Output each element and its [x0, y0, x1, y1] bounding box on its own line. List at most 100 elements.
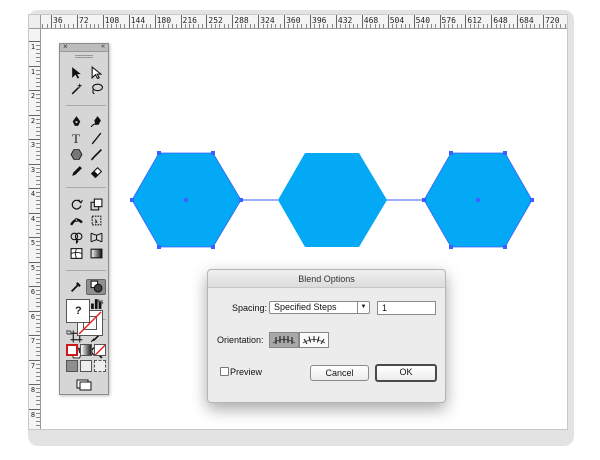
ruler-major-tick	[284, 15, 286, 28]
ruler-major-tick	[361, 15, 363, 28]
ruler-major-tick	[29, 41, 40, 42]
scale-tool-icon[interactable]	[86, 196, 106, 213]
spacing-select[interactable]: Specified Steps ▼	[269, 301, 370, 314]
swap-fill-stroke-icon[interactable]: ⇆	[97, 297, 104, 306]
mesh-tool-icon[interactable]	[66, 246, 86, 263]
draw-behind-icon[interactable]	[80, 360, 92, 372]
specified-steps-input[interactable]: 1	[377, 301, 436, 315]
shape-builder-tool-icon[interactable]	[66, 229, 86, 246]
ruler-minor-tick	[36, 126, 40, 128]
ruler-minor-tick	[145, 24, 147, 28]
ruler-minor-tick	[36, 159, 40, 161]
type-tool-icon[interactable]: T	[66, 130, 86, 147]
ruler-tick-label: 6	[30, 288, 36, 296]
ruler-minor-tick	[36, 265, 40, 267]
ruler-minor-tick	[72, 24, 74, 28]
cancel-button[interactable]: Cancel	[310, 365, 369, 381]
ok-button[interactable]: OK	[375, 364, 437, 382]
ruler-tick-label: 540	[415, 16, 431, 25]
ruler-minor-tick	[36, 392, 40, 394]
align-to-page-button[interactable]	[269, 332, 299, 348]
ruler-tick-label: 504	[389, 16, 405, 25]
ruler-minor-tick	[36, 404, 40, 406]
curvature-tool-icon[interactable]	[86, 114, 106, 131]
fill-swatch[interactable]: ?	[66, 299, 90, 323]
ruler-tick-label: 360	[286, 16, 301, 25]
collapse-icon[interactable]: «	[101, 42, 105, 52]
ruler-minor-tick	[36, 130, 40, 132]
eraser-tool-icon[interactable]	[86, 163, 106, 180]
direct-selection-tool-icon[interactable]	[86, 64, 106, 81]
draw-inside-icon[interactable]	[94, 360, 106, 372]
line-segment-tool-icon[interactable]	[86, 130, 106, 147]
ruler-minor-tick	[36, 110, 40, 112]
chevron-down-icon[interactable]: ▼	[357, 302, 369, 313]
panel-grip[interactable]	[75, 55, 93, 58]
ruler-minor-tick	[512, 24, 514, 28]
ruler-minor-tick	[36, 273, 40, 275]
preview-label[interactable]: Preview	[230, 366, 262, 378]
horizontal-ruler[interactable]: 36 72 108 144 180 216 252 288 324 360 396 432 468 504…	[29, 15, 567, 29]
ruler-minor-tick	[223, 24, 225, 28]
ruler-minor-tick	[383, 24, 385, 28]
paintbrush-tool-icon[interactable]	[86, 147, 106, 164]
ruler-major-tick	[335, 15, 337, 28]
ruler-tick-label: 3	[30, 165, 36, 174]
orientation-label: Orientation:	[217, 335, 264, 345]
ruler-tick-label: 576	[441, 16, 456, 25]
close-icon[interactable]: ×	[63, 42, 68, 52]
tools-panel[interactable]: × « T ? ⇆ ⧉	[59, 42, 109, 395]
free-transform-tool-icon[interactable]	[86, 213, 106, 230]
blend-tool-icon[interactable]	[86, 278, 106, 295]
ruler-tick-label: 7	[30, 361, 36, 370]
align-to-path-button[interactable]	[299, 332, 329, 348]
screen-mode-icon[interactable]	[76, 378, 92, 391]
ruler-minor-tick	[36, 375, 40, 377]
ruler-minor-tick	[560, 24, 562, 28]
none-mode-button[interactable]	[94, 344, 106, 356]
ruler-tick-label: 324	[260, 16, 275, 25]
polygon-tool-icon[interactable]	[66, 147, 86, 164]
color-mode-button[interactable]	[66, 344, 78, 356]
ruler-major-tick	[180, 15, 182, 28]
gradient-tool-icon[interactable]	[86, 246, 106, 263]
vertical-ruler[interactable]: 1 1 2 2 3 3 4 4 5 5 6 6 7 7 8 8	[29, 29, 41, 429]
ruler-tick-label: 2	[30, 116, 36, 125]
ruler-tick-label: 252	[208, 16, 223, 25]
ruler-major-tick	[206, 15, 208, 28]
ruler-minor-tick	[36, 73, 40, 75]
ruler-minor-tick	[486, 24, 488, 28]
ruler-tick-label: 432	[337, 16, 353, 25]
ruler-minor-tick	[36, 330, 40, 332]
ruler-tick-label: 1	[30, 67, 36, 76]
perspective-grid-tool-icon[interactable]	[86, 229, 106, 246]
preview-checkbox[interactable]	[220, 367, 229, 376]
ruler-major-tick	[29, 65, 40, 67]
pencil-tool-icon[interactable]	[66, 163, 86, 180]
ruler-minor-tick	[36, 167, 40, 169]
spacing-label: Spacing:	[232, 303, 268, 313]
ruler-minor-tick	[36, 81, 40, 83]
ruler-major-tick	[232, 15, 234, 28]
ruler-minor-tick	[538, 24, 540, 28]
eyedropper-tool-icon[interactable]	[66, 279, 86, 296]
draw-normal-icon[interactable]	[66, 360, 78, 372]
gradient-mode-button[interactable]	[80, 344, 92, 356]
tools-panel-titlebar[interactable]: × «	[60, 42, 108, 52]
ruler-minor-tick	[36, 290, 40, 292]
ruler-minor-tick	[456, 24, 458, 28]
ruler-origin[interactable]	[29, 15, 41, 29]
magic-wand-tool-icon[interactable]	[66, 81, 86, 98]
lasso-tool-icon[interactable]	[86, 81, 106, 98]
pen-tool-icon[interactable]	[66, 114, 86, 131]
ruler-minor-tick	[36, 281, 40, 283]
ruler-minor-tick	[305, 24, 307, 28]
rotate-tool-icon[interactable]	[66, 196, 86, 213]
selection-tool-icon[interactable]	[66, 64, 86, 81]
dialog-title[interactable]: Blend Options	[208, 270, 445, 288]
ruler-minor-tick	[36, 94, 40, 96]
draw-mode-row	[66, 360, 106, 372]
ruler-minor-tick	[36, 302, 40, 304]
width-tool-icon[interactable]	[66, 213, 86, 230]
default-fill-stroke-icon[interactable]: ⧉	[66, 328, 72, 338]
